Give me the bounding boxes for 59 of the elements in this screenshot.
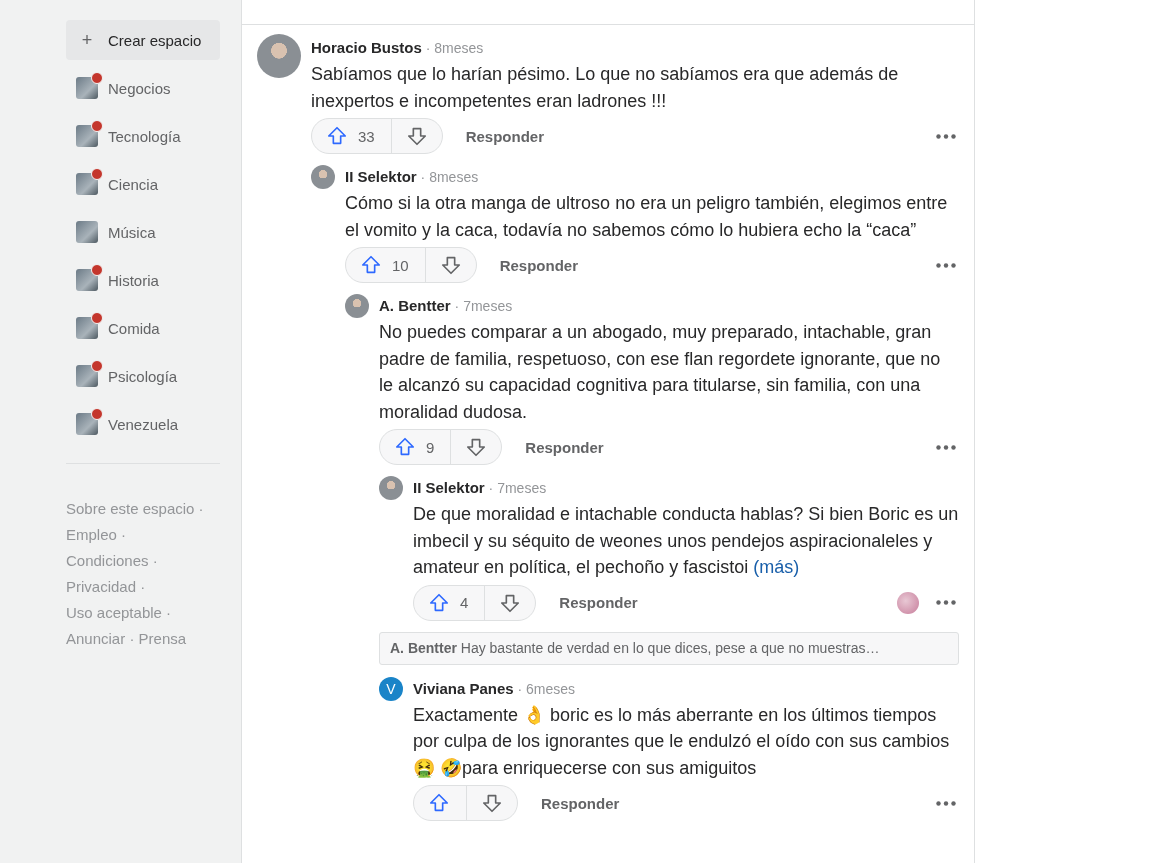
separator-dot: ·	[198, 500, 204, 517]
plus-icon: +	[77, 30, 97, 50]
space-link[interactable]: Psicología	[66, 352, 220, 400]
downvote-icon	[465, 436, 488, 458]
downvote-icon	[405, 125, 428, 147]
space-link[interactable]: Música	[66, 208, 220, 256]
comment-text: Exactamente 👌 boric es lo más aberrante en los últimos tiempos por culpa de los ignorantes que le endulzó el oído con sus cambios 🤮 🤣para enriquecerse con sus amiguitos	[413, 703, 951, 780]
reply-button[interactable]: Responder	[558, 588, 639, 617]
downvote-icon	[481, 792, 503, 814]
reply-button[interactable]: Responder	[540, 788, 621, 818]
space-link[interactable]: Historia	[66, 256, 220, 304]
comment-text: De que moralidad e intachable conducta hablas? Si bien Boric es un imbecil y su séquito de weones unos pendejos aspiracionaleles y amateur en política, el pechoño y fascistoi (más)	[413, 503, 959, 579]
create-space-button[interactable]: + Crear espacio	[66, 20, 220, 60]
author-name[interactable]: Viviana Panes	[413, 679, 514, 697]
author-name[interactable]: Horacio Bustos	[311, 39, 422, 56]
separator-dot: ·	[488, 480, 494, 496]
comment-text: Sabíamos que lo harían pésimo. Lo que no sabíamos era que además de inexpertos e incompetentes eran ladrones !!!	[311, 63, 900, 113]
upvote-icon	[394, 436, 416, 458]
more-link[interactable]: (más)	[753, 557, 800, 577]
upvote-icon	[428, 792, 450, 814]
author-name[interactable]: II Selektor	[413, 479, 485, 496]
space-link[interactable]: Ciencia	[66, 160, 220, 208]
avatar-photo-placeholder[interactable]	[311, 165, 335, 189]
comment-time[interactable]: 8meses	[434, 40, 484, 56]
reply-button[interactable]: Responder	[498, 250, 580, 280]
comment-text: Cómo si la otra manga de ultroso no era un peligro también, elegimos entre el vomito y la caca, todavía no sabemos cómo lo hubiera echo la “caca”	[345, 192, 949, 242]
upvote-icon	[428, 591, 450, 614]
separator-dot: ·	[140, 578, 146, 595]
separator-dot: ·	[129, 630, 135, 647]
avatar-photo-placeholder[interactable]	[345, 294, 369, 318]
author-name[interactable]: A. Bentter	[379, 297, 451, 314]
separator-dot: ·	[420, 169, 426, 185]
space-link[interactable]: Negocios	[66, 64, 220, 112]
footer-link[interactable]: Uso aceptable	[66, 604, 162, 621]
comment-time[interactable]: 7meses	[497, 480, 547, 496]
separator-dot: ·	[425, 40, 431, 56]
avatar-photo-placeholder[interactable]	[379, 476, 403, 500]
collapsed-reply[interactable]: A. Bentter Hay bastante de verdad en lo que dices, pese a que no muestras…	[379, 631, 959, 665]
reply-button[interactable]: Responder	[464, 121, 546, 151]
separator-dot: ·	[517, 680, 523, 697]
avatar-photo-placeholder[interactable]	[257, 34, 301, 78]
separator-dot: ·	[166, 604, 172, 621]
upvote-icon	[360, 254, 382, 276]
separator-dot: ·	[152, 552, 158, 569]
comment-time[interactable]: 6meses	[526, 680, 576, 697]
space-link[interactable]: Comida	[66, 304, 220, 352]
letter-avatar[interactable]: V	[379, 676, 403, 701]
space-link[interactable]: Tecnología	[66, 112, 220, 160]
comment-text: No puedes comparar a un abogado, muy preparado, intachable, gran padre de familia, respetuoso, con ese flan regordete ignorante, que no le alcanzó su capacidad cognitiva para titularse, sin familia, con una moralidad dudosa.	[379, 321, 942, 424]
separator-dot: ·	[121, 526, 127, 543]
separator-dot: ·	[454, 298, 460, 314]
comment-time[interactable]: 8meses	[429, 169, 479, 185]
upvote-icon	[326, 125, 348, 147]
space-link[interactable]: Venezuela	[66, 400, 220, 448]
reply-button[interactable]: Responder	[524, 432, 605, 462]
space-thumbnail	[76, 221, 98, 243]
comment-time[interactable]: 7meses	[463, 298, 513, 314]
downvote-icon	[439, 254, 462, 276]
author-name[interactable]: II Selektor	[345, 168, 417, 185]
